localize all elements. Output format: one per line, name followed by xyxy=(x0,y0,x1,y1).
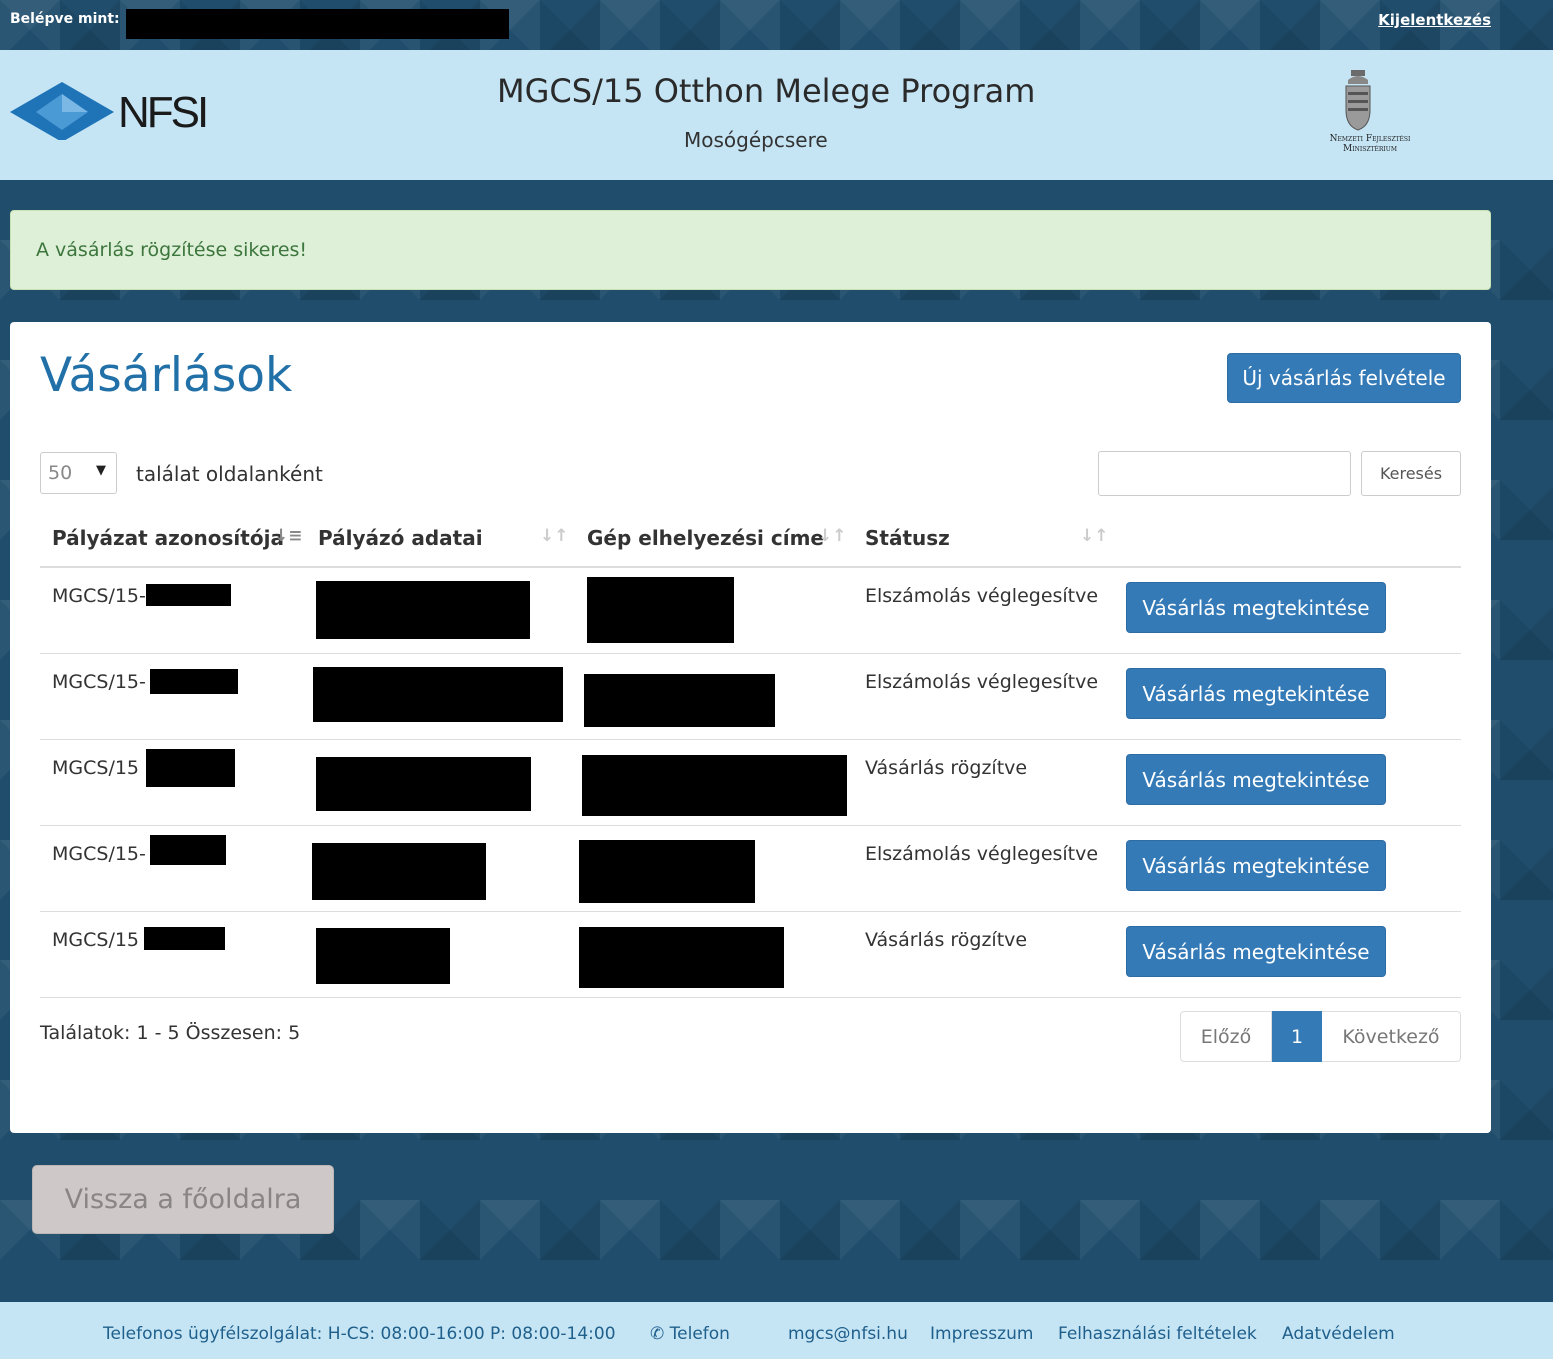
redacted-address xyxy=(579,927,784,988)
application-id: MGCS/15- xyxy=(52,585,146,607)
coat-of-arms-icon xyxy=(1345,70,1371,131)
email-link[interactable]: mgcs@nfsi.hu xyxy=(788,1324,908,1344)
pager-next[interactable]: Következő xyxy=(1322,1011,1461,1062)
view-purchase-button[interactable]: Vásárlás megtekintése xyxy=(1126,668,1386,719)
phone-icon: ✆ xyxy=(650,1324,665,1344)
top-bar: Belépve mint: Kijelentkezés xyxy=(0,0,1553,50)
sort-icon[interactable]: ↓↑ xyxy=(1080,526,1109,546)
table-row: MGCS/15- Elszámolás véglegesítve Vásárlá… xyxy=(40,654,1461,740)
column-header-status[interactable]: Státusz xyxy=(865,526,950,550)
status-text: Elszámolás véglegesítve xyxy=(865,585,1099,607)
view-purchase-button[interactable]: Vásárlás megtekintése xyxy=(1126,926,1386,977)
logged-in-label: Belépve mint: xyxy=(10,11,120,27)
redacted-applicant xyxy=(316,757,531,811)
purchases-panel: Vásárlások Új vásárlás felvétele 50 ▼ ta… xyxy=(10,322,1491,1133)
pager-prev[interactable]: Előző xyxy=(1180,1011,1272,1062)
redacted-applicant xyxy=(316,581,530,639)
section-heading: Vásárlások xyxy=(40,348,293,403)
redacted-applicant xyxy=(316,928,450,984)
page-size-select[interactable]: 50 ▼ xyxy=(40,452,117,494)
page-subtitle: Mosógépcsere xyxy=(684,128,828,152)
column-header-id[interactable]: Pályázat azonosítója xyxy=(52,526,284,550)
application-id: MGCS/15- xyxy=(52,843,146,865)
alert-message: A vásárlás rögzítése sikeres! xyxy=(36,239,308,261)
application-id: MGCS/15- xyxy=(52,671,146,693)
column-header-address[interactable]: Gép elhelyezési címe xyxy=(587,526,824,550)
per-page-label: találat oldalanként xyxy=(136,462,323,486)
sort-icon[interactable]: ↓↑ xyxy=(540,526,569,546)
impresszum-link[interactable]: Impresszum xyxy=(930,1324,1033,1344)
logo-text: NFSI xyxy=(118,88,209,137)
redacted-id xyxy=(144,927,225,950)
search-input[interactable] xyxy=(1098,451,1351,496)
redacted-address xyxy=(582,755,847,816)
application-id: MGCS/15 xyxy=(52,757,140,779)
status-text: Vásárlás rögzítve xyxy=(865,757,1028,779)
search-button[interactable]: Keresés xyxy=(1361,451,1461,496)
redacted-address xyxy=(587,577,734,643)
redacted-address xyxy=(579,840,755,903)
status-text: Elszámolás véglegesítve xyxy=(865,671,1099,693)
phone-service-hours: Telefonos ügyfélszolgálat: H-CS: 08:00-1… xyxy=(103,1324,616,1344)
new-purchase-button[interactable]: Új vásárlás felvétele xyxy=(1227,353,1461,403)
results-summary: Találatok: 1 - 5 Összesen: 5 xyxy=(40,1022,301,1044)
application-id: MGCS/15 xyxy=(52,929,140,951)
view-purchase-button[interactable]: Vásárlás megtekintése xyxy=(1126,840,1386,891)
phone-link[interactable]: ✆ Telefon xyxy=(650,1324,730,1344)
success-alert: A vásárlás rögzítése sikeres! xyxy=(10,210,1491,290)
view-purchase-button[interactable]: Vásárlás megtekintése xyxy=(1126,582,1386,633)
status-text: Elszámolás véglegesítve xyxy=(865,843,1099,865)
back-to-home-button[interactable]: Vissza a főoldalra xyxy=(32,1165,334,1234)
redacted-username xyxy=(126,9,509,39)
redacted-id xyxy=(146,749,235,787)
logout-link[interactable]: Kijelentkezés xyxy=(1378,11,1491,29)
redacted-id xyxy=(146,584,231,606)
column-header-applicant[interactable]: Pályázó adatai xyxy=(318,526,483,550)
privacy-link[interactable]: Adatvédelem xyxy=(1282,1324,1395,1344)
sort-icon[interactable]: ↓↑ xyxy=(818,526,847,546)
table-row: MGCS/15 Vásárlás rögzítve Vásárlás megte… xyxy=(40,912,1461,998)
pager-page-current[interactable]: 1 xyxy=(1272,1011,1322,1062)
redacted-address xyxy=(584,674,775,727)
status-text: Vásárlás rögzítve xyxy=(865,929,1028,951)
view-purchase-button[interactable]: Vásárlás megtekintése xyxy=(1126,754,1386,805)
site-header: NFSI MGCS/15 Otthon Melege Program Mosóg… xyxy=(0,50,1553,180)
terms-link[interactable]: Felhasználási feltételek xyxy=(1058,1324,1257,1344)
table-row: MGCS/15- Elszámolás véglegesítve Vásárlá… xyxy=(40,826,1461,912)
dropdown-arrow-icon: ▼ xyxy=(96,463,106,478)
sort-desc-icon[interactable]: ↓≡ xyxy=(274,526,303,546)
table-row: MGCS/15- Elszámolás véglegesítve Vásárlá… xyxy=(40,568,1461,654)
site-footer: Telefonos ügyfélszolgálat: H-CS: 08:00-1… xyxy=(0,1302,1553,1359)
redacted-applicant xyxy=(312,843,486,900)
table-row: MGCS/15 Vásárlás rögzítve Vásárlás megte… xyxy=(40,740,1461,826)
ministry-label: Nemzeti Fejlesztési Minisztérium xyxy=(1329,134,1411,154)
redacted-id xyxy=(150,669,238,694)
pagination: Előző 1 Következő xyxy=(1180,1011,1461,1062)
redacted-id xyxy=(150,835,226,865)
redacted-applicant xyxy=(313,667,563,722)
